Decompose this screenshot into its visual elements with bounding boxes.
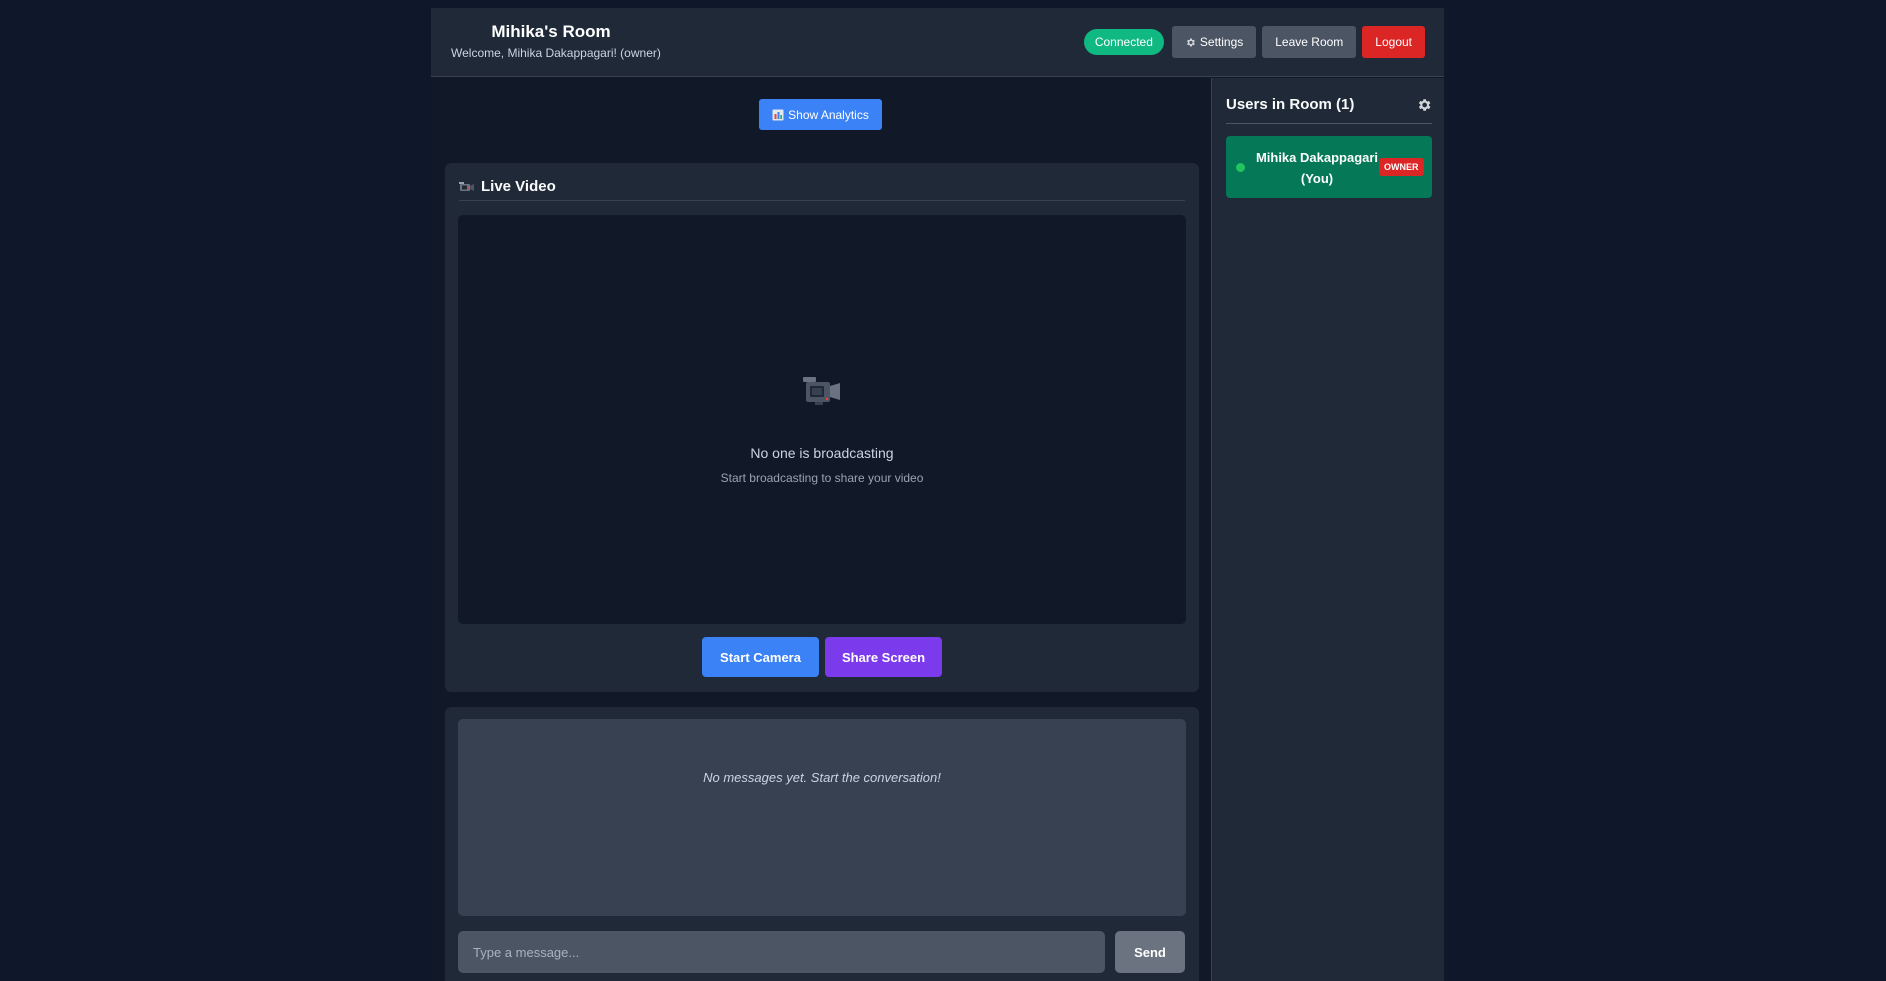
gear-icon: [1186, 38, 1195, 46]
empty-video-subtitle: Start broadcasting to share your video: [720, 471, 924, 485]
users-sidebar: Users in Room (1) Mihika Dakappagari (Yo…: [1211, 78, 1444, 981]
start-camera-button[interactable]: Start Camera: [702, 637, 819, 677]
users-title: Users in Room (1): [1226, 96, 1355, 113]
video-camera-icon: [459, 181, 474, 191]
room-header: Mihika's Room Welcome, Mihika Dakappagar…: [431, 8, 1444, 77]
room-title: Mihika's Room: [491, 22, 611, 41]
empty-messages-text: No messages yet. Start the conversation!: [703, 770, 941, 785]
video-stage: No one is broadcasting Start broadcastin…: [458, 215, 1186, 624]
user-name: Mihika Dakappagari (You): [1255, 150, 1379, 186]
leave-room-button[interactable]: Leave Room: [1262, 26, 1357, 58]
logout-button[interactable]: Logout: [1362, 26, 1425, 58]
bar-chart-icon: [772, 109, 784, 120]
main-content: Show Analytics Live Video No one is broa…: [431, 78, 1211, 981]
chat-panel: No messages yet. Start the conversation!…: [445, 707, 1199, 981]
logout-label: Logout: [1375, 35, 1412, 49]
live-video-panel: Live Video No one is broadcasting Start …: [445, 163, 1199, 692]
video-actions: Start Camera Share Screen: [445, 637, 1199, 677]
show-analytics-button[interactable]: Show Analytics: [759, 99, 882, 130]
message-list[interactable]: No messages yet. Start the conversation!: [458, 719, 1186, 916]
settings-button[interactable]: Settings: [1171, 26, 1257, 58]
empty-video-title: No one is broadcasting: [750, 445, 894, 461]
share-screen-button[interactable]: Share Screen: [825, 637, 942, 677]
header-actions: Connected Settings Leave Room Logout: [1083, 26, 1425, 58]
settings-button-label: Settings: [1199, 35, 1244, 49]
connection-status-badge: Connected: [1083, 29, 1164, 55]
message-input[interactable]: [458, 931, 1105, 973]
live-video-header: Live Video: [459, 173, 1185, 201]
leave-room-label: Leave Room: [1275, 35, 1344, 49]
owner-badge: OWNER: [1379, 158, 1424, 176]
send-button[interactable]: Send: [1115, 931, 1185, 973]
online-status-dot: [1236, 163, 1245, 172]
gear-icon[interactable]: [1416, 97, 1432, 113]
user-card[interactable]: Mihika Dakappagari (You) OWNER: [1226, 136, 1432, 198]
show-analytics-label: Show Analytics: [788, 107, 869, 122]
video-camera-icon: [803, 377, 840, 405]
users-header: Users in Room (1): [1226, 86, 1432, 124]
app-window: Mihika's Room Welcome, Mihika Dakappagar…: [431, 8, 1444, 981]
live-video-title: Live Video: [481, 178, 556, 195]
welcome-text: Welcome, Mihika Dakappagari! (owner): [451, 46, 661, 60]
